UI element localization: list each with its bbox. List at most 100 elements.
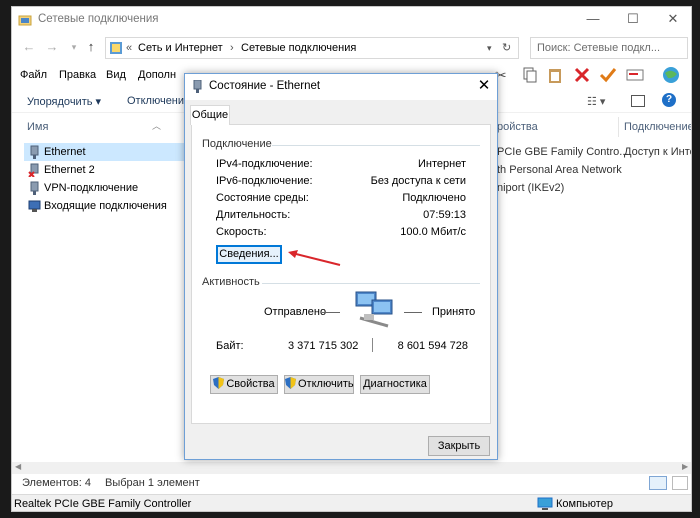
duration-label: Длительность: [216,209,291,221]
menu-edit[interactable]: Правка [59,69,96,81]
diagnose-button[interactable]: Диагностика [360,375,430,394]
media-state-value: Подключено [402,192,466,204]
bytes-received: 8 601 594 728 [397,340,468,352]
menu-view[interactable]: Вид [106,69,126,81]
large-icons-view-icon[interactable] [672,476,688,490]
list-item-ethernet[interactable]: Ethernet [24,143,196,161]
scroll-left-icon[interactable]: ◀ [15,462,21,471]
refresh-icon[interactable]: ↻ [502,41,511,54]
paste-icon[interactable] [545,66,565,84]
list-item-vpn[interactable]: VPN-подключение [24,179,196,197]
details-bar: Realtek PCIe GBE Family Controller Компь… [12,494,691,511]
group-connection-label: Подключение [202,138,272,150]
duration-value: 07:59:13 [423,209,466,221]
computer-icon [537,497,553,510]
incoming-connections-icon [28,200,41,212]
breadcrumb-network-connections[interactable]: Сетевые подключения [241,42,356,54]
list-item-label: Входящие подключения [44,200,167,212]
device-name-row1: PCIe GBE Family Contro... [497,146,629,158]
status-item-count: Элементов: 4 [22,477,91,489]
received-line [404,312,422,313]
horizontal-scrollbar[interactable]: ◀ ▶ [12,462,691,474]
scroll-right-icon[interactable]: ▶ [682,462,688,471]
ethernet-icon [30,145,39,159]
breadcrumb-network-internet[interactable]: Сеть и Интернет [138,42,223,54]
view-options-icon[interactable]: ☷ ▾ [587,95,605,108]
globe-icon[interactable] [660,65,682,85]
group-divider [262,283,480,284]
connectivity-row1: Доступ к Инте [624,146,692,158]
bytes-label: Байт: [216,340,244,352]
copy-icon[interactable] [519,66,539,84]
speed-label: Скорость: [216,226,267,238]
control-panel-icon [110,42,122,54]
dialog-close-icon[interactable]: ✕ [471,74,497,100]
details-view-icon[interactable] [649,476,667,490]
shield-icon [213,377,225,389]
ethernet-disconnected-icon [28,163,39,177]
speed-value: 100.0 Мбит/с [400,226,466,238]
list-item-ethernet-2[interactable]: Ethernet 2 [24,161,196,179]
ipv6-label: IPv6-подключение: [216,175,313,187]
preview-pane-icon[interactable] [631,95,645,107]
sent-line [322,312,340,313]
column-separator[interactable] [618,117,619,137]
bottom-device: Realtek PCIe GBE Family Controller [14,498,192,510]
column-name[interactable]: Имя [27,121,48,133]
media-state-label: Состояние среды: [216,192,309,204]
received-label: Принято [432,306,476,318]
ipv4-value: Интернет [418,158,466,170]
menu-extra[interactable]: Дополн [138,69,176,81]
disable-label: Отключить [298,378,354,390]
list-item-label: Ethernet [44,146,86,158]
recent-chevron-icon[interactable]: ▾ [65,38,83,56]
sent-label: Отправлено [264,306,327,318]
list-item-label: Ethernet 2 [44,164,95,176]
network-folder-icon [18,15,32,26]
delete-icon[interactable] [572,66,592,84]
forward-arrow-icon[interactable]: → [43,38,61,56]
close-button[interactable]: Закрыть [428,436,490,456]
general-tab-panel: Подключение IPv4-подключение: Интернет I… [191,124,491,424]
dialog-title-bar: Состояние - Ethernet ✕ [185,74,497,100]
bytes-sent: 3 371 715 302 [288,340,359,352]
red-arrow-annotation [288,250,341,266]
help-icon[interactable]: ? [662,93,676,107]
device-name-row3: niport (IKEv2) [497,182,565,194]
shield-icon [285,377,296,389]
ipv6-value: Без доступа к сети [370,175,466,187]
address-bar[interactable]: « Сеть и Интернет › Сетевые подключения … [105,37,519,59]
rename-icon[interactable] [625,66,645,84]
disable-device-button[interactable]: Отключени [127,95,184,107]
vpn-icon [30,181,39,195]
address-dropdown-icon[interactable]: ▾ [487,43,492,54]
window-title: Сетевые подключения [38,13,159,25]
network-activity-icon [355,291,393,328]
title-bar: Сетевые подключения — ☐ ✕ [12,7,691,33]
properties-button[interactable]: Свойства [210,375,278,394]
status-selected: Выбран 1 элемент [105,477,200,489]
column-connectivity[interactable]: Подключение [624,121,691,133]
status-bar: Элементов: 4 Выбран 1 элемент [12,475,691,491]
details-button[interactable]: Сведения... [216,245,282,264]
properties-label: Свойства [226,378,275,390]
tab-general[interactable]: Общие [190,105,230,125]
back-arrow-icon[interactable]: ← [20,38,38,56]
sort-up-icon: ︿ [152,121,162,131]
column-device-name[interactable]: ройства [497,121,538,133]
disable-button[interactable]: Отключить [284,375,354,394]
maximize-button[interactable]: ☐ [613,7,653,33]
minimize-button[interactable]: — [573,7,613,33]
search-input[interactable]: Поиск: Сетевые подкл... [530,37,688,59]
organize-button[interactable]: Упорядочить ▾ [27,95,101,108]
close-window-button[interactable]: ✕ [653,7,691,33]
address-row: ← → ▾ ↑ « Сеть и Интернет › Сетевые подк… [12,35,691,61]
status-dialog: Состояние - Ethernet ✕ Общие Подключение… [184,73,498,460]
bytes-divider [372,338,373,352]
device-name-row2: th Personal Area Network [497,164,622,176]
checkmark-icon[interactable] [598,66,618,84]
group-activity-label: Активность [202,276,260,288]
menu-file[interactable]: Файл [20,69,47,81]
up-arrow-icon[interactable]: ↑ [82,38,100,56]
list-item-incoming[interactable]: Входящие подключения [24,197,196,215]
